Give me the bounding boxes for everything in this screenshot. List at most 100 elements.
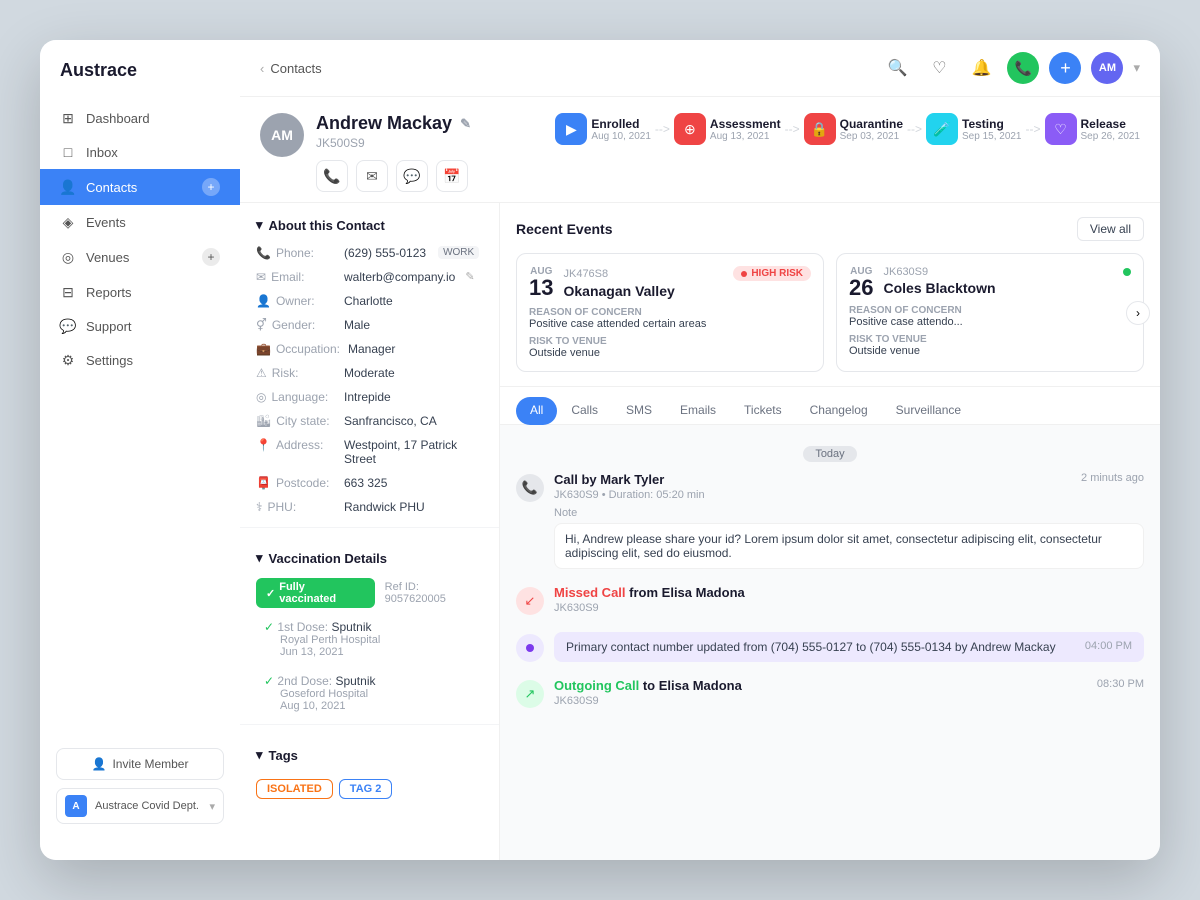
tag-2[interactable]: TAG 2 — [339, 779, 393, 799]
about-section-header[interactable]: ▾ About this Contact — [240, 203, 499, 241]
sidebar-item-support[interactable]: 💬 Support — [40, 309, 240, 343]
tab-surveillance[interactable]: Surveillance — [882, 397, 975, 425]
testing-icon: 🧪 — [926, 113, 958, 145]
contacts-icon: 👤 — [60, 179, 76, 195]
calendar-action-button[interactable]: 📅 — [436, 160, 468, 192]
assessment-label: Assessment — [710, 117, 781, 131]
recent-events-section: Recent Events View all AUG 13 — [500, 203, 1160, 387]
events-next-arrow[interactable]: › — [1126, 301, 1150, 325]
event-1-concern-value: Positive case attended certain areas — [529, 318, 811, 330]
tab-calls[interactable]: Calls — [557, 397, 612, 425]
sidebar-item-events[interactable]: ◈ Events — [40, 205, 240, 239]
venues-icon: ◎ — [60, 249, 76, 265]
language-value: Intrepide — [344, 390, 391, 404]
sidebar-item-contacts[interactable]: 👤 Contacts + — [40, 169, 240, 205]
changelog-dot — [516, 634, 544, 662]
changelog-row: Primary contact number updated from (704… — [566, 640, 1132, 654]
enrolled-date: Aug 10, 2021 — [591, 131, 651, 142]
quarantine-date: Sep 03, 2021 — [840, 131, 903, 142]
notifications-button[interactable]: 🔔 — [965, 52, 997, 84]
vaccination-status-row: ✓ Fully vaccinated Ref ID: 9057620005 — [240, 574, 499, 616]
sidebar-item-settings[interactable]: ⚙ Settings — [40, 343, 240, 377]
contact-avatar: AM — [260, 113, 304, 157]
phone-row: 📞 Phone: (629) 555-0123 WORK — [240, 241, 499, 265]
tab-all[interactable]: All — [516, 397, 557, 425]
call-button[interactable]: 📞 — [1007, 52, 1039, 84]
phone-action-button[interactable]: 📞 — [316, 160, 348, 192]
owner-label: 👤 Owner: — [256, 294, 336, 308]
content-area: ▾ About this Contact 📞 Phone: (629) 555-… — [240, 203, 1160, 860]
vaccination-section-header[interactable]: ▾ Vaccination Details — [240, 536, 499, 574]
tags-section-header[interactable]: ▾ Tags — [240, 733, 499, 771]
journey-step-testing: 🧪 Testing Sep 15, 2021 — [926, 113, 1022, 145]
event-2-venue-value: Outside venue — [849, 345, 1131, 357]
sidebar-item-venues[interactable]: ◎ Venues + — [40, 239, 240, 275]
venues-add-icon[interactable]: + — [202, 248, 220, 266]
postcode-row: 📮 Postcode: 663 325 — [240, 471, 499, 495]
testing-label: Testing — [962, 117, 1022, 131]
edit-contact-icon[interactable]: ✎ — [460, 116, 471, 132]
gender-label: ⚥ Gender: — [256, 318, 336, 332]
invite-member-button[interactable]: 👤 Invite Member — [56, 748, 224, 780]
changelog-time: 04:00 PM — [1085, 640, 1132, 652]
dose2-hospital: Goseford Hospital — [264, 688, 483, 700]
outgoing-call-dot: ↗ — [516, 680, 544, 708]
view-all-button[interactable]: View all — [1077, 217, 1144, 241]
missed-call-label: Missed Call — [554, 585, 626, 600]
language-icon: ◎ — [256, 390, 266, 404]
postcode-label: 📮 Postcode: — [256, 476, 336, 490]
missed-call-subtitle: JK630S9 — [554, 602, 1144, 614]
sidebar-item-dashboard[interactable]: ⊞ Dashboard — [40, 101, 240, 135]
email-action-button[interactable]: ✉ — [356, 160, 388, 192]
sidebar-item-reports[interactable]: ⊟ Reports — [40, 275, 240, 309]
dose2-name: Sputnik — [335, 674, 375, 688]
dose2-check-icon: ✓ — [264, 674, 274, 688]
tab-tickets[interactable]: Tickets — [730, 397, 796, 425]
owner-row: 👤 Owner: Charlotte — [240, 289, 499, 313]
event-2-concern-label: REASON OF CONCERN — [849, 305, 1131, 316]
changelog-content: Primary contact number updated from (704… — [554, 632, 1144, 662]
owner-icon: 👤 — [256, 294, 271, 308]
tab-emails[interactable]: Emails — [666, 397, 730, 425]
contact-id: JK500S9 — [316, 136, 471, 150]
tab-changelog[interactable]: Changelog — [796, 397, 882, 425]
phone-value: (629) 555-0123 — [344, 246, 426, 260]
dose2-date: Aug 10, 2021 — [264, 700, 483, 712]
edit-email-icon[interactable]: ✎ — [465, 270, 474, 283]
search-button[interactable]: 🔍 — [881, 52, 913, 84]
reports-icon: ⊟ — [60, 284, 76, 300]
sidebar-label-contacts: Contacts — [86, 180, 137, 195]
user-menu-chevron[interactable]: ▾ — [1133, 60, 1140, 76]
dose1-name: Sputnik — [331, 620, 371, 634]
assessment-info: Assessment Aug 13, 2021 — [710, 117, 781, 142]
contact-name: Andrew Mackay — [316, 113, 452, 134]
message-action-button[interactable]: 💬 — [396, 160, 428, 192]
favorites-button[interactable]: ♡ — [923, 52, 955, 84]
risk-icon: ⚠ — [256, 366, 267, 380]
quarantine-info: Quarantine Sep 03, 2021 — [840, 117, 903, 142]
add-button[interactable]: + — [1049, 52, 1081, 84]
release-info: Release Sep 26, 2021 — [1081, 117, 1141, 142]
dept-avatar: A — [65, 795, 87, 817]
sidebar-bottom: 👤 Invite Member A Austrace Covid Dept. ▾ — [40, 732, 240, 840]
address-value: Westpoint, 17 Patrick Street — [344, 438, 483, 466]
dose1-label: 1st Dose: — [277, 620, 328, 634]
breadcrumb-back-icon[interactable]: ‹ — [260, 61, 264, 76]
ref-id-label: Ref ID: — [385, 581, 419, 593]
user-avatar[interactable]: AM — [1091, 52, 1123, 84]
missed-call-from: from Elisa Madona — [629, 585, 745, 600]
event-card-1: AUG 13 JK476S8 HIGH RISK — [516, 253, 824, 372]
tag-isolated[interactable]: ISOLATED — [256, 779, 333, 799]
contact-actions: 📞 ✉ 💬 📅 — [316, 160, 471, 192]
release-label: Release — [1081, 117, 1141, 131]
activity-item-outgoing-call: ↗ Outgoing Call to Elisa Madona 08:30 PM… — [516, 678, 1144, 709]
high-risk-label: HIGH RISK — [751, 268, 803, 279]
outgoing-call-icon: ↗ — [525, 686, 536, 702]
quarantine-icon: 🔒 — [804, 113, 836, 145]
contacts-add-icon[interactable]: + — [202, 178, 220, 196]
department-selector[interactable]: A Austrace Covid Dept. ▾ — [56, 788, 224, 824]
vaccination-ref: Ref ID: 9057620005 — [385, 581, 483, 605]
sidebar-label-reports: Reports — [86, 285, 132, 300]
tab-sms[interactable]: SMS — [612, 397, 666, 425]
sidebar-item-inbox[interactable]: □ Inbox — [40, 135, 240, 169]
